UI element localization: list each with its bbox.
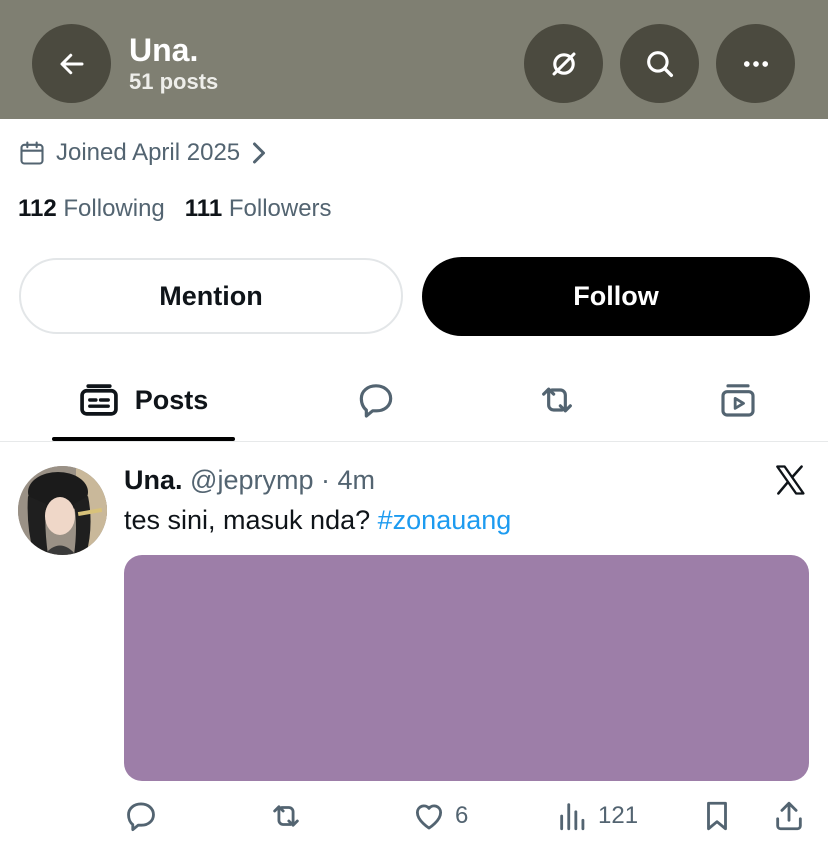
like-button[interactable]: 6 [411, 798, 468, 834]
views-count: 121 [598, 802, 639, 829]
tab-posts-label: Posts [134, 384, 209, 415]
post-body: tes sini, masuk nda? #zonauang [124, 502, 511, 538]
followers-label: Followers [228, 195, 332, 222]
post-time: 4m [337, 465, 376, 495]
tab-media[interactable] [698, 372, 778, 428]
avatar[interactable] [18, 466, 107, 555]
tab-reposts[interactable] [517, 372, 597, 428]
post-media[interactable] [124, 555, 809, 781]
bookmark-icon [707, 801, 727, 831]
grok-icon [552, 52, 575, 75]
tabs-divider [0, 441, 828, 442]
share-icon [776, 801, 802, 831]
repost-action-icon [273, 805, 299, 827]
views-icon [560, 803, 585, 831]
replies-icon [359, 384, 393, 418]
followers-count: 111 [184, 195, 223, 222]
post-hashtag-link[interactable]: #zonauang [378, 505, 512, 535]
calendar-icon [20, 141, 44, 165]
follow-stats: 112 Following 111 Followers [18, 195, 332, 223]
search-button[interactable] [620, 24, 699, 103]
views-button[interactable]: 121 [556, 798, 638, 834]
following-link[interactable]: 112 Following [18, 195, 165, 222]
heart-icon [415, 804, 443, 830]
post-header: Una. @jeprymp · 4m [124, 462, 375, 498]
tab-posts[interactable]: Posts [52, 372, 235, 428]
like-count: 6 [455, 802, 469, 829]
share-button[interactable] [772, 798, 806, 834]
following-count: 112 [18, 195, 57, 222]
posts-icon [79, 384, 118, 416]
header-name: Una. [129, 32, 199, 68]
more-button[interactable] [716, 24, 795, 103]
joined-date-row[interactable]: Joined April 2025 [18, 136, 268, 170]
header-post-count: 51 posts [129, 69, 219, 94]
bookmark-button[interactable] [700, 798, 734, 834]
post-text: tes sini, masuk nda? [124, 505, 371, 535]
repost-icon [542, 387, 572, 413]
followers-link[interactable]: 111 Followers [185, 195, 332, 222]
media-icon [721, 384, 755, 417]
grok-button[interactable] [524, 24, 603, 103]
post-handle[interactable]: @jeprymp [190, 465, 313, 495]
back-button[interactable] [32, 24, 111, 103]
follow-button[interactable]: Follow [422, 257, 810, 336]
profile-header: Una. 51 posts [0, 0, 828, 119]
mention-button[interactable]: Mention [19, 258, 403, 334]
reply-icon [127, 802, 155, 832]
post-author-name[interactable]: Una. [124, 465, 183, 495]
repost-button[interactable] [267, 798, 313, 834]
x-logo-icon [776, 465, 805, 495]
joined-text: Joined April 2025 [56, 139, 241, 166]
tab-replies[interactable] [336, 372, 416, 428]
post-separator: · [321, 465, 330, 495]
chevron-right-icon [250, 141, 268, 165]
arrow-left-icon [60, 53, 83, 74]
following-label: Following [63, 195, 165, 222]
search-icon [646, 50, 673, 77]
reply-button[interactable] [124, 798, 166, 834]
more-icon [743, 60, 768, 67]
